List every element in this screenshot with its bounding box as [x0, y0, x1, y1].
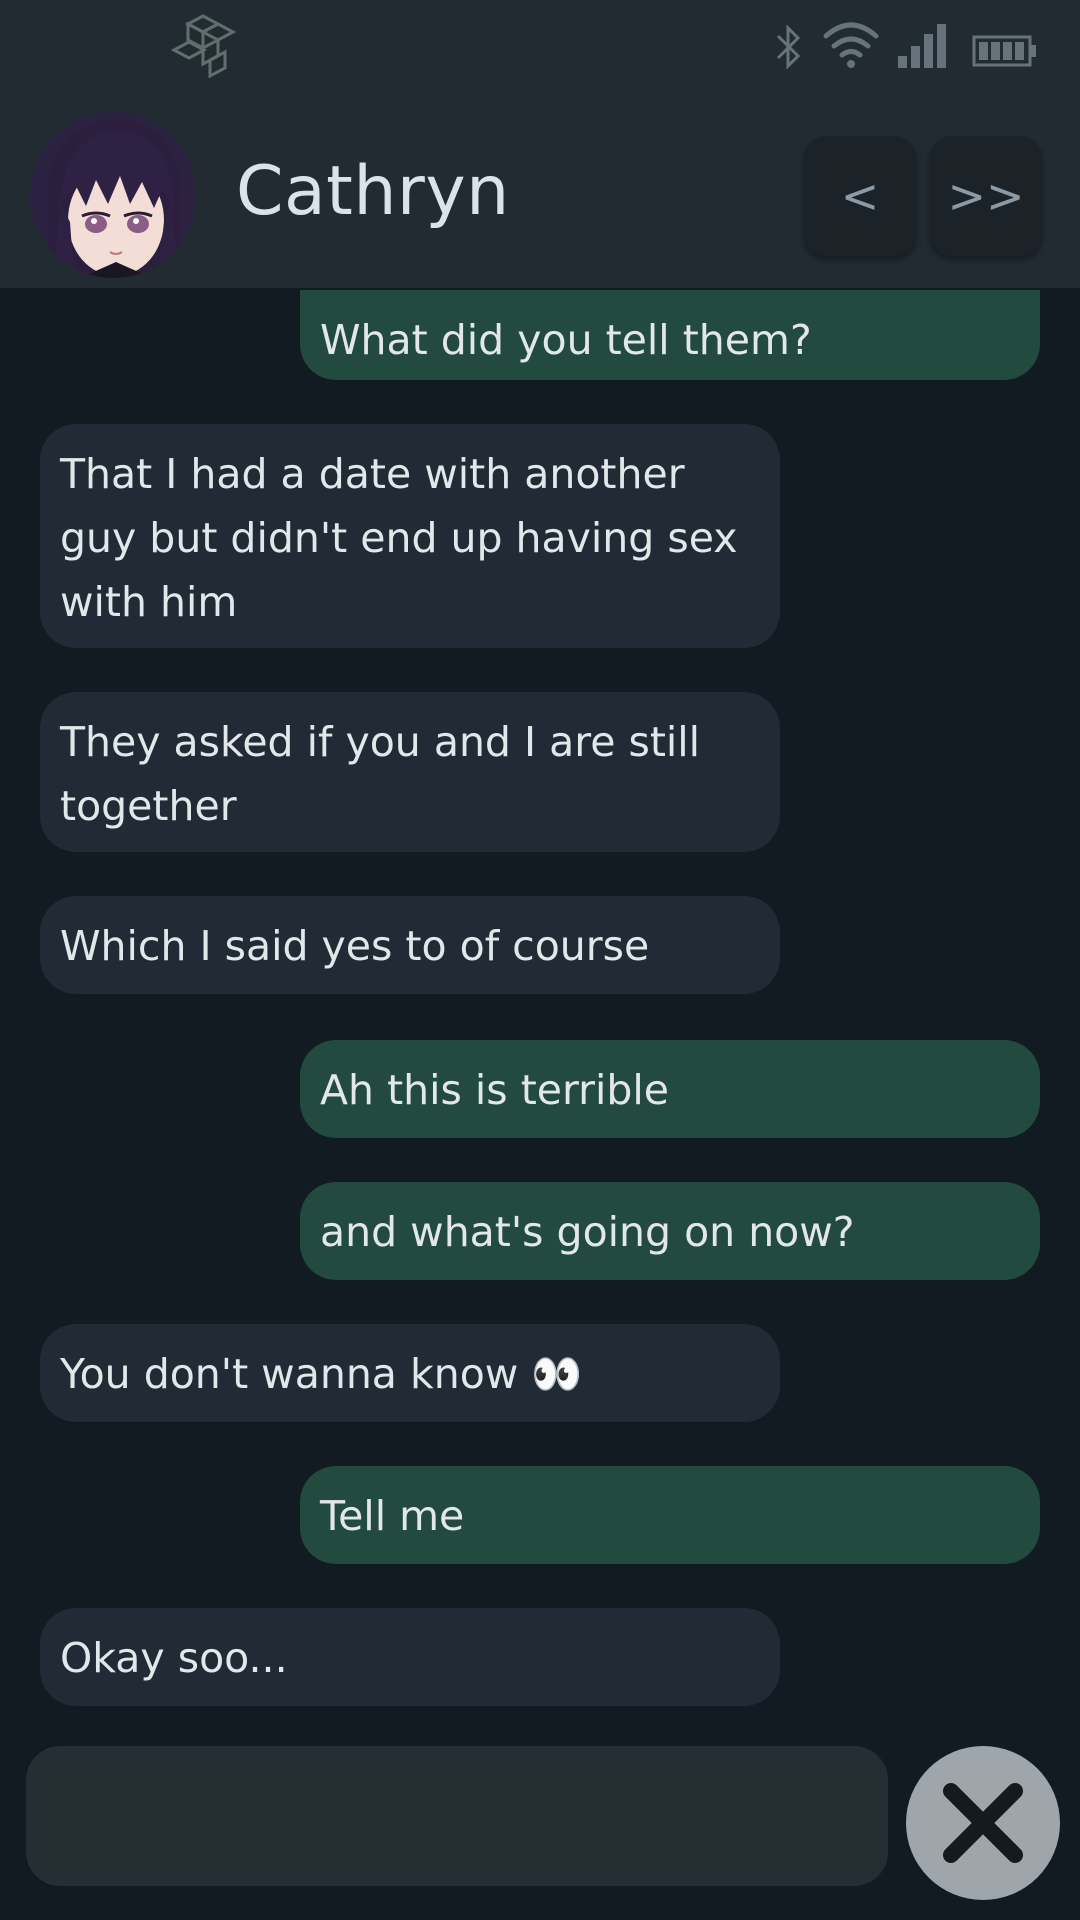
incoming-message: Which I said yes to of course [40, 896, 780, 994]
status-bar [0, 0, 1080, 110]
avatar[interactable] [30, 112, 196, 278]
outgoing-message: and what's going on now? [300, 1182, 1040, 1280]
close-icon [943, 1783, 1023, 1863]
incoming-message: They asked if you and I are still togeth… [40, 692, 780, 852]
outgoing-message: What did you tell them? [300, 290, 1040, 380]
incoming-message: You don't wanna know 👀 [40, 1324, 780, 1422]
app-logo-icon [170, 14, 236, 78]
incoming-message: That I had a date with another guy but d… [40, 424, 780, 648]
back-button[interactable]: < [804, 136, 916, 256]
outgoing-message: Tell me [300, 1466, 1040, 1564]
chat-header: Cathryn < >> [0, 110, 1080, 288]
avatar-portrait-icon [30, 112, 196, 278]
skip-button[interactable]: >> [930, 136, 1042, 256]
contact-name: Cathryn [236, 152, 510, 231]
wifi-icon [823, 22, 879, 68]
close-button[interactable] [906, 1746, 1060, 1900]
battery-icon [972, 35, 1036, 67]
incoming-message: Okay soo... [40, 1608, 780, 1706]
bluetooth-icon [776, 24, 801, 70]
cell-signal-icon [898, 24, 946, 68]
message-input[interactable] [26, 1746, 888, 1886]
outgoing-message: Ah this is terrible [300, 1040, 1040, 1138]
